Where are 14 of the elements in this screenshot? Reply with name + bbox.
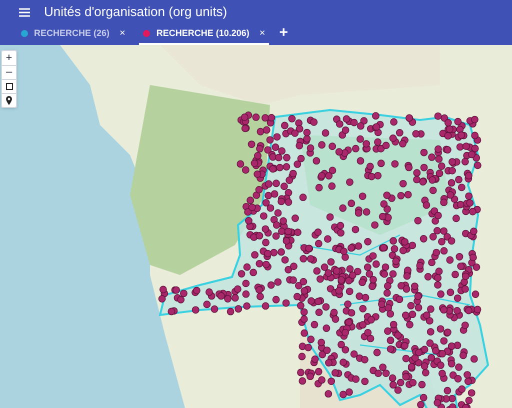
layer-tab[interactable]: RECHERCHE (26) × [17,24,130,45]
tab-label: RECHERCHE (10.206) [156,26,250,40]
square-icon [6,83,12,90]
zoom-out-button[interactable]: – [2,65,16,79]
app-title: Unités d'organisation (org units) [44,3,228,22]
menu-icon[interactable] [19,8,30,16]
draw-rectangle-button[interactable] [2,79,16,93]
place-marker-button[interactable] [2,93,16,107]
add-tab-button[interactable]: + [279,25,288,40]
close-tab-button[interactable]: × [120,28,126,38]
tab-label: RECHERCHE (26) [34,26,110,40]
zoom-in-button[interactable]: + [2,51,16,65]
close-tab-button[interactable]: × [259,28,266,38]
pin-icon [6,96,12,105]
